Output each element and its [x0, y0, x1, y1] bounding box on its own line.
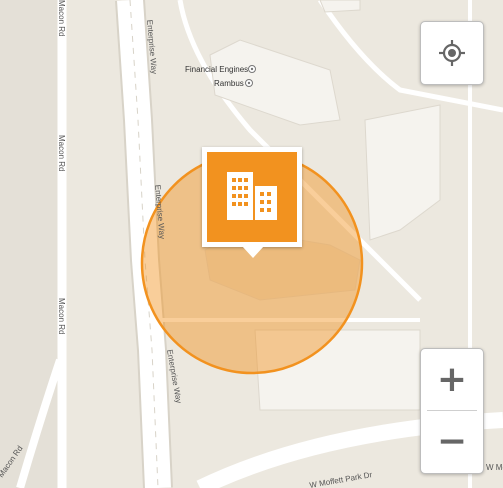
road-label-macon-rd-1: Macon Rd [57, 0, 66, 36]
road-label-macon-rd-2: Macon Rd [57, 135, 66, 171]
road-label-w-mo: W Mo [486, 463, 503, 472]
zoom-in-button[interactable]: + [421, 349, 483, 410]
poi-label-financial-engines: Financial Engines [185, 65, 248, 74]
poi-dot-center-2 [247, 81, 251, 85]
road-label-macon-rd-3: Macon Rd [57, 298, 66, 334]
poi-label-rambus: Rambus [214, 79, 244, 88]
marker-pointer [242, 246, 264, 258]
zoom-out-button[interactable]: − [421, 411, 483, 472]
my-location-button[interactable] [420, 21, 484, 85]
building-icon-short [255, 186, 277, 220]
office-building-icon [227, 172, 277, 220]
map-view[interactable]: Financial Engines Rambus Enterprise Way … [0, 0, 503, 488]
crosshair-icon [439, 40, 465, 66]
map-region-west [0, 0, 60, 488]
location-marker[interactable] [202, 147, 302, 247]
marker-badge [207, 152, 297, 242]
building-4 [319, 0, 361, 13]
zoom-control: + − [420, 348, 484, 474]
poi-dot-center-1 [250, 67, 254, 71]
